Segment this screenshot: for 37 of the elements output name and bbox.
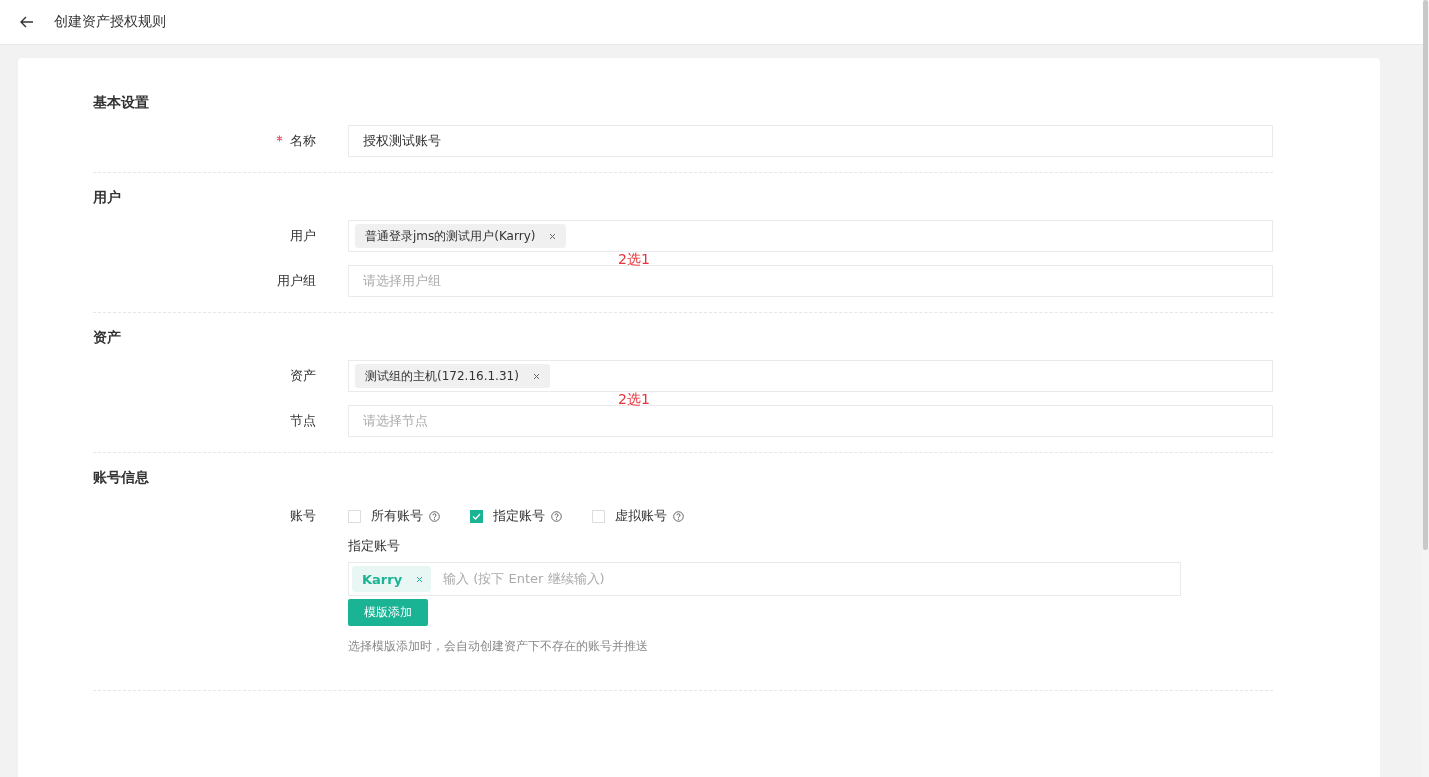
- selected-tag: 普通登录jms的测试用户(Karry): [355, 224, 567, 248]
- field-label: 用户: [290, 228, 316, 243]
- template-add-button[interactable]: 模版添加: [348, 599, 428, 626]
- help-icon[interactable]: [673, 510, 684, 522]
- section-title: 用户: [93, 189, 122, 207]
- select-field[interactable]: 测试组的主机(172.16.1.31): [348, 360, 1273, 392]
- field-label: 用户组: [277, 273, 316, 288]
- remove-icon[interactable]: [416, 575, 424, 583]
- field-label: 账号: [290, 508, 316, 523]
- checkbox[interactable]: [470, 509, 483, 523]
- select-field[interactable]: 请选择节点: [348, 405, 1273, 437]
- name-input[interactable]: 授权测试账号: [348, 125, 1273, 157]
- checkbox-label: 所有账号: [371, 507, 423, 525]
- field-label: 名称: [290, 133, 316, 148]
- back-icon[interactable]: [20, 16, 34, 28]
- account-tag-input[interactable]: Karry 输入 (按下 Enter 继续输入): [348, 562, 1181, 596]
- help-icon[interactable]: [551, 510, 562, 522]
- checkbox-label: 指定账号: [493, 507, 545, 525]
- account-tag: Karry: [352, 566, 432, 592]
- select-field[interactable]: 普通登录jms的测试用户(Karry): [348, 220, 1273, 252]
- section-title: 资产: [93, 329, 122, 347]
- select-field[interactable]: 请选择用户组: [348, 265, 1273, 297]
- field-label: 节点: [290, 413, 316, 428]
- field-label: 指定账号: [348, 537, 401, 555]
- help-text: 选择模版添加时，会自动创建资产下不存在的账号并推送: [348, 638, 649, 655]
- select-placeholder: 请选择节点: [362, 412, 428, 430]
- page-title: 创建资产授权规则: [54, 13, 166, 31]
- remove-icon[interactable]: [549, 232, 557, 240]
- help-icon[interactable]: [429, 510, 440, 522]
- section-title: 基本设置: [93, 94, 150, 112]
- selected-tag: 测试组的主机(172.16.1.31): [355, 364, 550, 388]
- remove-icon[interactable]: [532, 372, 540, 380]
- input-placeholder: 输入 (按下 Enter 继续输入): [442, 570, 605, 588]
- field-label: 资产: [290, 368, 316, 383]
- select-placeholder: 请选择用户组: [362, 272, 441, 290]
- checkbox-label: 虚拟账号: [615, 507, 667, 525]
- section-title: 账号信息: [93, 469, 150, 487]
